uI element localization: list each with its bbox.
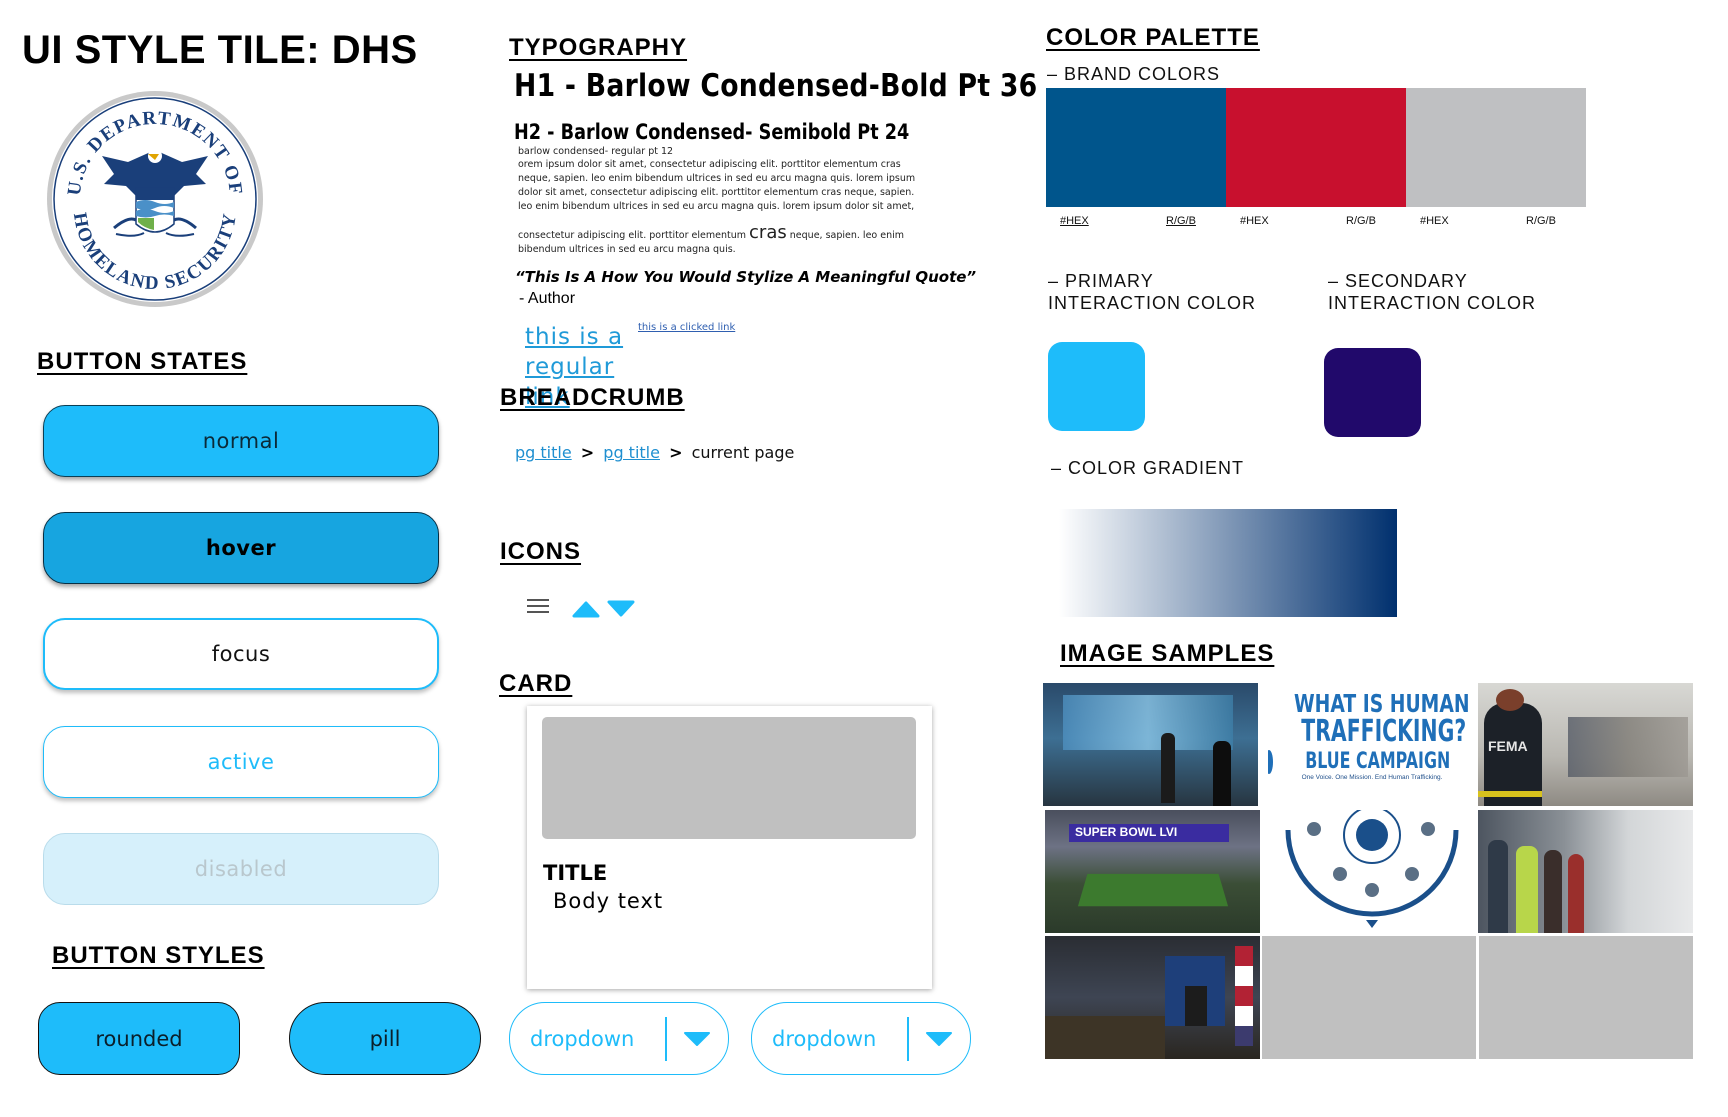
normal-state-button[interactable]: normal	[43, 405, 439, 477]
body-paragraph-mixed: consectetur adipiscing elit. porttitor e…	[518, 224, 918, 257]
primary-label: – PRIMARY INTERACTION COLOR	[1048, 270, 1256, 314]
dropdown-select[interactable]: dropdown	[751, 1002, 971, 1075]
breadcrumb-separator: >	[669, 443, 683, 462]
image-placeholder	[1479, 936, 1693, 1059]
card-image-placeholder	[542, 717, 916, 839]
brand-color-swatch	[1226, 88, 1406, 207]
breadcrumb: pg title > pg title > current page	[515, 443, 794, 462]
dropdown-label: dropdown	[530, 1026, 635, 1051]
clicked-link[interactable]: this is a clicked link	[638, 322, 735, 333]
chevron-down-icon	[909, 1031, 971, 1047]
image-placeholder	[1262, 936, 1476, 1059]
dhs-seal-logo: U.S. DEPARTMENT OF HOMELAND SECURITY	[44, 88, 266, 310]
quote-sample: “This Is A How You Would Stylize A Meani…	[515, 268, 977, 286]
dhs-strategy-diagram	[1268, 810, 1476, 933]
button-states-heading: BUTTON STATES	[37, 348, 248, 375]
card-body: Body text	[553, 889, 664, 913]
trafficking-line2: TRAFFICKING?	[1301, 714, 1467, 749]
secondary-label-line1: – SECONDARY	[1328, 271, 1468, 291]
body-text: consectetur adipiscing elit. porttitor e…	[518, 230, 746, 241]
blue-campaign-graphic: WHAT IS HUMAN TRAFFICKING? BLUE CAMPAIGN…	[1268, 683, 1476, 806]
body-paragraph: orem ipsum dolor sit amet, consectetur a…	[518, 159, 916, 212]
processing-line-photo	[1478, 810, 1693, 933]
operations-center-photo	[1043, 683, 1258, 806]
trafficking-brand: BLUE CAMPAIGN	[1305, 749, 1451, 774]
card-heading: CARD	[499, 670, 573, 697]
primary-label-line2: INTERACTION COLOR	[1048, 293, 1257, 313]
icons-heading: ICONS	[500, 538, 582, 565]
image-samples-heading: IMAGE SAMPLES	[1060, 640, 1275, 667]
hover-state-button[interactable]: hover	[43, 512, 439, 584]
card-title: TITLE	[543, 861, 608, 885]
body-text-large: cras	[749, 222, 787, 243]
focus-state-button[interactable]: focus	[43, 618, 439, 690]
brand-color-swatch	[1406, 88, 1586, 207]
primary-label-line1: – PRIMARY	[1048, 271, 1154, 291]
secondary-label-line2: INTERACTION COLOR	[1328, 293, 1537, 313]
press-conference-photo	[1045, 936, 1260, 1059]
breadcrumb-current: current page	[691, 443, 795, 462]
disabled-state-button: disabled	[43, 833, 439, 905]
card[interactable]: TITLE Body text	[527, 706, 932, 989]
dropdown-label: dropdown	[772, 1026, 877, 1051]
secondary-color-swatch	[1324, 348, 1421, 437]
chevron-down-icon	[667, 1031, 729, 1047]
pill-button[interactable]: pill	[289, 1002, 481, 1075]
dropdown-select[interactable]: dropdown	[509, 1002, 729, 1075]
breadcrumb-heading: BREADCRUMB	[500, 384, 685, 411]
typography-heading: TYPOGRAPHY	[509, 34, 688, 61]
hamburger-icon[interactable]	[527, 597, 549, 620]
swatch-rgb-label: R/G/B	[1526, 215, 1556, 227]
caret-up-icon[interactable]	[571, 600, 601, 623]
h1-sample: H1 - Barlow Condensed-Bold Pt 36	[514, 68, 1038, 104]
body-label: barlow condensed- regular pt 12	[518, 146, 674, 157]
active-state-button[interactable]: active	[43, 726, 439, 798]
rounded-button[interactable]: rounded	[38, 1002, 240, 1075]
secondary-label: – SECONDARY INTERACTION COLOR	[1328, 270, 1536, 314]
quote-author: - Author	[519, 290, 576, 307]
fema-label: FEMA	[1488, 738, 1528, 754]
breadcrumb-link[interactable]: pg title	[603, 443, 660, 462]
color-palette-heading: COLOR PALETTE	[1046, 24, 1260, 51]
color-gradient-swatch	[1059, 509, 1397, 617]
swatch-hex-label: #HEX	[1420, 215, 1449, 227]
super-bowl-stadium-photo: SUPER BOWL LVI	[1045, 810, 1260, 933]
swatch-hex-label: #HEX	[1240, 215, 1269, 227]
h2-sample: H2 - Barlow Condensed- Semibold Pt 24	[514, 120, 910, 144]
super-bowl-label: SUPER BOWL LVI	[1075, 825, 1178, 839]
color-gradient-label: – COLOR GRADIENT	[1051, 458, 1245, 478]
caret-down-icon[interactable]	[606, 600, 636, 623]
blue-campaign-logo-icon	[1268, 749, 1274, 774]
brand-colors-label: – BRAND COLORS	[1047, 64, 1221, 84]
brand-color-swatch	[1046, 88, 1226, 207]
swatch-rgb-label: R/G/B	[1346, 215, 1376, 227]
trafficking-tagline: One Voice. One Mission. End Human Traffi…	[1301, 774, 1443, 781]
page-title: UI STYLE TILE: DHS	[22, 28, 418, 72]
primary-color-swatch	[1048, 342, 1145, 431]
breadcrumb-link[interactable]: pg title	[515, 443, 572, 462]
fema-line-photo: FEMA	[1478, 683, 1693, 806]
breadcrumb-separator: >	[580, 443, 595, 462]
swatch-hex-label: #HEX	[1060, 215, 1089, 227]
swatch-rgb-label: R/G/B	[1166, 215, 1196, 227]
button-styles-heading: BUTTON STYLES	[52, 942, 265, 969]
